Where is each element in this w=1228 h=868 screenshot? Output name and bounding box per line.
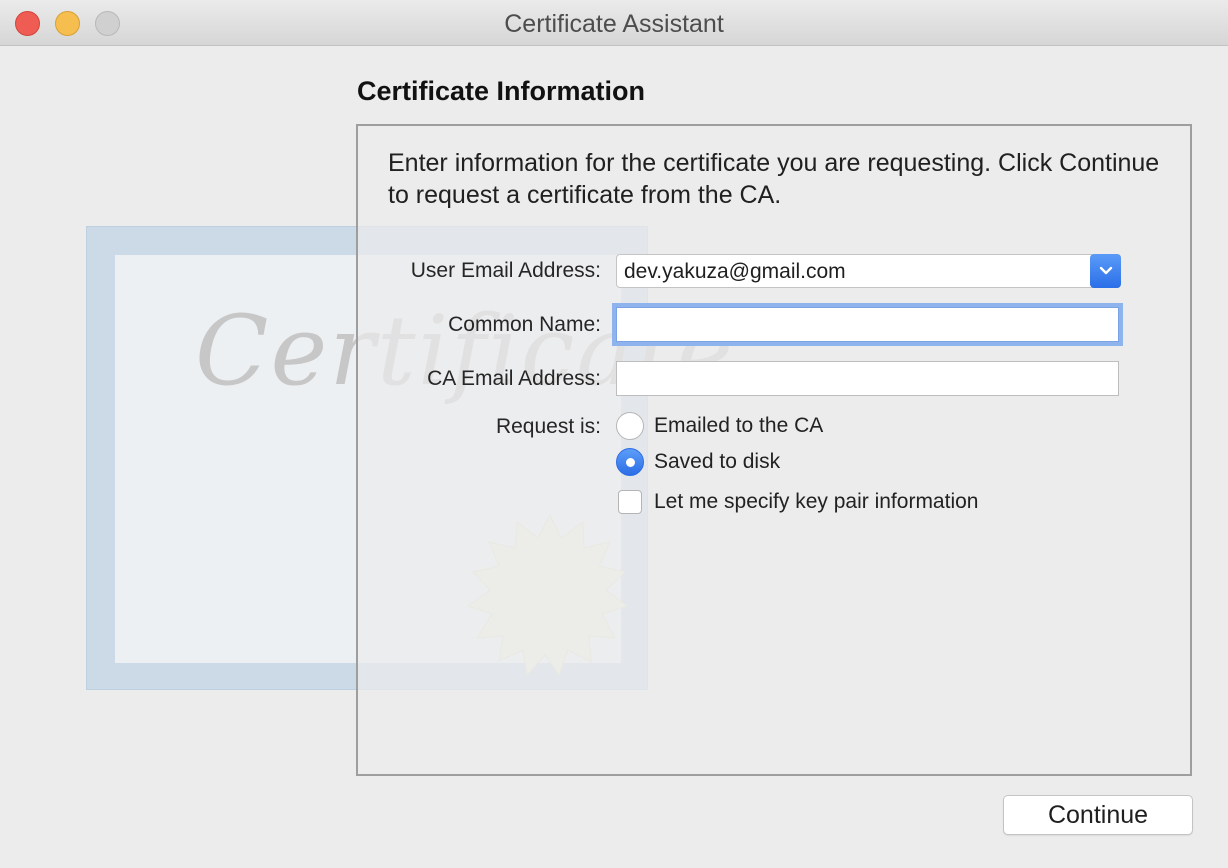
user-email-value: dev.yakuza@gmail.com [624, 260, 846, 283]
ca-email-input[interactable] [617, 362, 1118, 395]
page-title: Certificate Information [357, 76, 646, 106]
intro-text: Enter information for the certificate yo… [388, 149, 1160, 209]
continue-button[interactable]: Continue [1003, 795, 1193, 835]
common-name-field[interactable] [616, 307, 1119, 342]
user-email-popup[interactable]: dev.yakuza@gmail.com [616, 254, 1121, 288]
radio-label: Emailed to the CA [654, 414, 824, 437]
certificate-assistant-window: Certificate Assistant Certificate Certif… [0, 0, 1228, 868]
ca-email-label: CA Email Address: [427, 367, 601, 390]
radio-saved-to-disk[interactable]: Saved to disk [616, 448, 780, 476]
request-is-label: Request is: [495, 415, 601, 438]
common-name-input[interactable] [617, 308, 1118, 341]
user-email-label: User Email Address: [410, 259, 601, 282]
radio-label: Saved to disk [654, 450, 781, 473]
common-name-label: Common Name: [448, 313, 601, 336]
chevron-down-icon[interactable] [1090, 254, 1121, 288]
radio-button-selected[interactable] [616, 448, 644, 476]
ca-email-field[interactable] [616, 361, 1119, 396]
key-pair-checkbox-row[interactable]: Let me specify key pair information [616, 490, 978, 514]
radio-button[interactable] [616, 412, 644, 440]
key-pair-label: Let me specify key pair information [654, 490, 979, 513]
key-pair-checkbox[interactable] [618, 490, 642, 514]
window-title: Certificate Assistant [504, 10, 724, 38]
radio-emailed-to-ca[interactable]: Emailed to the CA [616, 412, 823, 440]
title-bar: Certificate Assistant [0, 0, 1228, 46]
